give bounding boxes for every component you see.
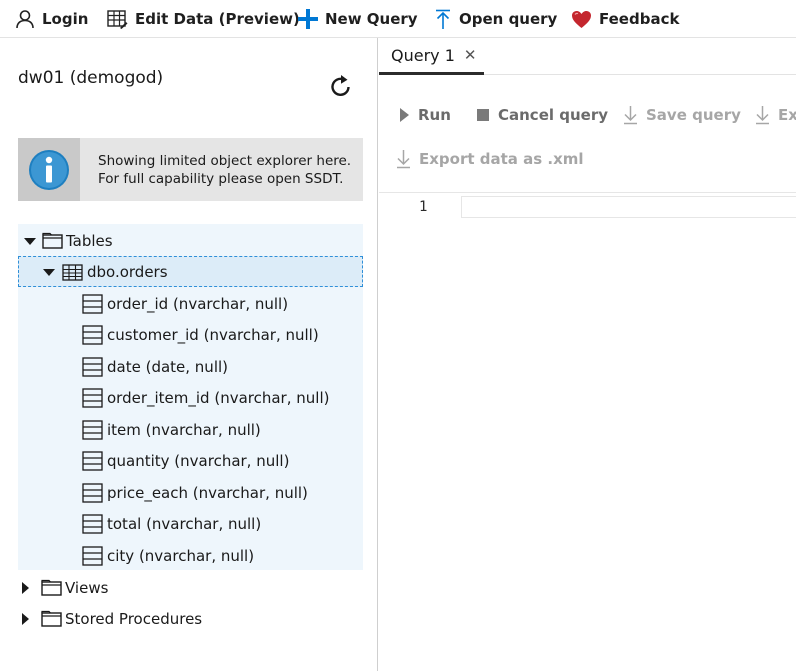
tree-node-label: Tables [66, 232, 113, 250]
tab-label: Query 1 [391, 45, 455, 65]
column-icon [82, 325, 103, 345]
tree-node-column[interactable]: price_each (nvarchar, null) [82, 478, 308, 508]
save-query-button[interactable]: Save query [623, 103, 741, 127]
tree-node-views[interactable]: Views [22, 573, 108, 603]
column-icon [82, 451, 103, 471]
table-edit-icon [107, 9, 128, 29]
tree-node-label: dbo.orders [87, 263, 168, 281]
chevron-down-icon[interactable] [43, 268, 55, 276]
top-toolbar: Login Edit Data (Preview) New Query Open… [0, 0, 796, 38]
object-explorer-pane: dw01 (demogod) Showing limited object ex… [0, 38, 378, 671]
chevron-right-icon[interactable] [22, 613, 29, 625]
table-icon [62, 263, 83, 281]
column-label: price_each (nvarchar, null) [107, 484, 308, 502]
folder-icon [42, 232, 63, 249]
play-icon [400, 108, 409, 122]
download-icon [397, 150, 410, 169]
column-icon [82, 388, 103, 408]
current-line-highlight[interactable] [461, 196, 796, 218]
open-query-label: Open query [459, 10, 558, 28]
download-icon [756, 106, 769, 125]
download-icon [624, 106, 637, 125]
column-label: city (nvarchar, null) [107, 547, 255, 565]
tree-node-column[interactable]: city (nvarchar, null) [82, 541, 254, 571]
tree-node-label: Stored Procedures [65, 610, 203, 628]
save-label: Save query [646, 106, 741, 124]
run-button[interactable]: Run [399, 103, 451, 127]
login-button[interactable]: Login [15, 0, 88, 38]
line-number: 1 [419, 199, 428, 215]
info-banner: Showing limited object explorer here. Fo… [18, 138, 363, 201]
cancel-query-button[interactable]: Cancel query [476, 103, 608, 127]
login-label: Login [42, 10, 89, 28]
tab-query-1[interactable]: Query 1 ✕ [379, 38, 484, 75]
new-query-label: New Query [325, 10, 418, 28]
tab-strip-divider [484, 74, 796, 75]
refresh-icon[interactable] [328, 73, 354, 99]
info-icon-container [18, 138, 80, 201]
folder-icon [41, 610, 62, 627]
column-label: item (nvarchar, null) [107, 421, 261, 439]
plus-icon [298, 9, 318, 29]
upload-arrow-icon [436, 9, 450, 29]
column-label: order_item_id (nvarchar, null) [107, 389, 330, 407]
feedback-label: Feedback [599, 10, 680, 28]
tree-node-column[interactable]: quantity (nvarchar, null) [82, 446, 289, 476]
tree-node-table-orders[interactable]: dbo.orders [43, 257, 168, 287]
chevron-down-icon[interactable] [24, 237, 36, 245]
export-button-partial[interactable]: Ex [755, 103, 796, 127]
column-icon [82, 357, 103, 377]
folder-icon [41, 579, 62, 596]
open-query-button[interactable]: Open query [434, 0, 557, 38]
column-icon [82, 483, 103, 503]
column-icon [82, 514, 103, 534]
tree-node-tables[interactable]: Tables [24, 226, 113, 256]
info-text: Showing limited object explorer here. Fo… [80, 152, 351, 188]
feedback-button[interactable]: Feedback [571, 0, 679, 38]
info-icon [29, 149, 69, 190]
tree-node-column[interactable]: order_item_id (nvarchar, null) [82, 383, 329, 413]
stop-icon [477, 109, 489, 121]
tree-node-column[interactable]: order_id (nvarchar, null) [82, 289, 288, 319]
column-icon [82, 294, 103, 314]
user-icon [16, 10, 34, 29]
info-line-2: For full capability please open SSDT. [98, 170, 344, 187]
database-title: dw01 (demogod) [18, 68, 164, 88]
column-label: customer_id (nvarchar, null) [107, 326, 319, 344]
edit-data-button[interactable]: Edit Data (Preview) [107, 0, 300, 38]
close-icon[interactable]: ✕ [464, 46, 477, 64]
tree-node-column[interactable]: customer_id (nvarchar, null) [82, 320, 319, 350]
code-editor[interactable]: 1 [379, 192, 796, 671]
chevron-right-icon[interactable] [22, 582, 29, 594]
column-label: quantity (nvarchar, null) [107, 452, 290, 470]
run-label: Run [418, 106, 451, 124]
cancel-label: Cancel query [498, 106, 609, 124]
export-partial-label: Ex [778, 106, 796, 124]
heart-icon [572, 10, 591, 28]
column-icon [82, 420, 103, 440]
column-icon [82, 546, 103, 566]
export-xml-button[interactable]: Export data as .xml [396, 147, 584, 171]
query-editor-pane: Query 1 ✕ Run Cancel query Save query Ex [379, 38, 796, 671]
tree-node-column[interactable]: date (date, null) [82, 352, 228, 382]
tree-node-column[interactable]: total (nvarchar, null) [82, 509, 261, 539]
tree-node-column[interactable]: item (nvarchar, null) [82, 415, 261, 445]
column-label: total (nvarchar, null) [107, 515, 262, 533]
tree-node-stored-procedures[interactable]: Stored Procedures [22, 604, 202, 634]
new-query-button[interactable]: New Query [298, 0, 418, 38]
tree-node-label: Views [65, 579, 109, 597]
export-xml-label: Export data as .xml [419, 150, 584, 168]
info-line-1: Showing limited object explorer here. [98, 152, 352, 169]
column-label: order_id (nvarchar, null) [107, 295, 289, 313]
edit-data-label: Edit Data (Preview) [135, 10, 300, 28]
column-label: date (date, null) [107, 358, 229, 376]
